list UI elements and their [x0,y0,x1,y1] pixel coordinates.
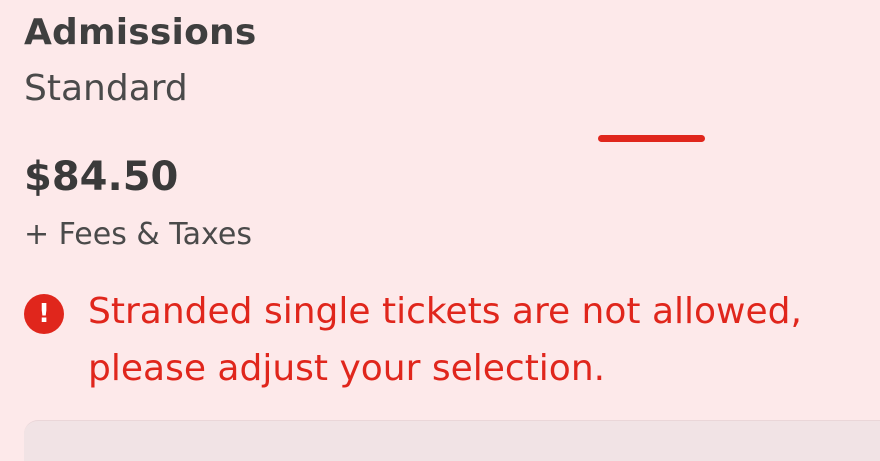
ticket-price: $84.50 [24,154,179,200]
ticket-card: Admissions Standard $84.50 + Fees & Taxe… [0,0,880,461]
ticket-type: Standard [24,68,188,109]
fees-note: + Fees & Taxes [24,217,252,252]
quantity-minus-indicator[interactable] [598,135,705,142]
exclamation-circle-icon: ! [24,294,64,334]
bottom-panel [24,420,880,461]
ticket-name: Admissions [24,12,257,53]
error-message: Stranded single tickets are not allowed,… [88,291,802,389]
